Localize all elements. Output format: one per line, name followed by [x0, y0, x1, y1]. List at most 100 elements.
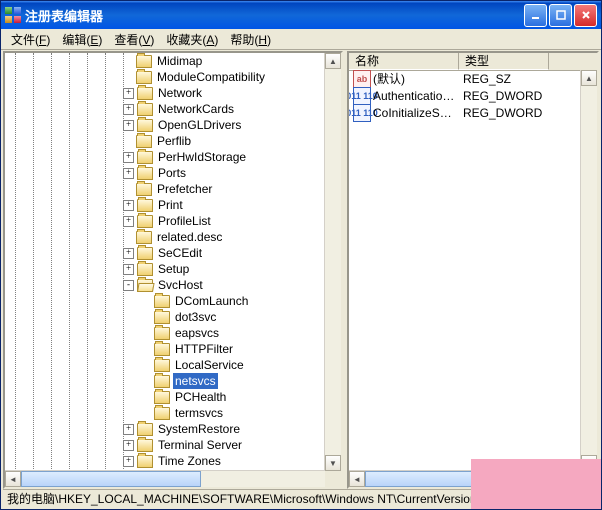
tree-node-setup[interactable]: + Setup [5, 261, 325, 277]
tree-label[interactable]: eapsvcs [173, 325, 221, 341]
folder-icon [154, 327, 170, 340]
expand-icon[interactable]: + [123, 424, 134, 435]
minimize-button[interactable] [524, 4, 547, 27]
tree-node-systemrestore[interactable]: + SystemRestore [5, 421, 325, 437]
values-scrollbar-vertical[interactable]: ▲ ▼ [580, 70, 597, 471]
tree-label[interactable]: Prefetcher [155, 181, 214, 197]
tree-node-terminal-server[interactable]: + Terminal Server [5, 437, 325, 453]
close-button[interactable] [574, 4, 597, 27]
values-header[interactable]: 名称类型 [349, 53, 597, 71]
column-header[interactable]: 名称 [349, 53, 459, 70]
tree-label[interactable]: Network [156, 85, 204, 101]
menu-v[interactable]: 查看(V) [108, 29, 160, 50]
value-row[interactable]: 011 110CoInitializeS…REG_DWORD [349, 104, 581, 121]
tree-label[interactable]: Time Zones [156, 453, 223, 469]
tree-label[interactable]: Midimap [155, 53, 204, 69]
tree-label[interactable]: NetworkCards [156, 101, 236, 117]
tree-node-network[interactable]: + Network [5, 85, 325, 101]
scroll-left-button[interactable]: ◄ [5, 471, 21, 487]
tree-node-perhwidstorage[interactable]: + PerHwIdStorage [5, 149, 325, 165]
expand-icon[interactable]: + [123, 168, 134, 179]
tree-label[interactable]: ModuleCompatibility [155, 69, 267, 85]
tree-label[interactable]: Print [156, 197, 185, 213]
menu-a[interactable]: 收藏夹(A) [160, 29, 224, 50]
menu-h[interactable]: 帮助(H) [224, 29, 277, 50]
value-row[interactable]: ab(默认)REG_SZ [349, 70, 581, 87]
tree-node-midimap[interactable]: Midimap [5, 53, 325, 69]
menu-f[interactable]: 文件(F) [5, 29, 56, 50]
tree-label[interactable]: LocalService [173, 357, 246, 373]
expand-icon[interactable]: + [123, 248, 134, 259]
tree-label[interactable]: ProfileList [156, 213, 213, 229]
tree-label[interactable]: HTTPFilter [173, 341, 235, 357]
collapse-icon[interactable]: - [123, 280, 134, 291]
tree-label[interactable]: DComLaunch [173, 293, 250, 309]
expand-icon[interactable]: + [123, 104, 134, 115]
registry-editor-window: 注册表编辑器 文件(F)编辑(E)查看(V)收藏夹(A)帮助(H) Midima… [0, 0, 602, 510]
folder-icon [137, 455, 153, 468]
expand-icon[interactable]: + [123, 152, 134, 163]
scroll-thumb[interactable] [21, 471, 201, 487]
tree-scrollbar-horizontal[interactable]: ◄ ► [5, 470, 325, 487]
value-row[interactable]: 011 110Authenticatio…REG_DWORD [349, 87, 581, 104]
tree-node-termsvcs[interactable]: termsvcs [5, 405, 325, 421]
tree-node-perflib[interactable]: Perflib [5, 133, 325, 149]
folder-icon [137, 279, 153, 292]
maximize-button[interactable] [549, 4, 572, 27]
tree-node-eapsvcs[interactable]: eapsvcs [5, 325, 325, 341]
tree-node-time-zones[interactable]: + Time Zones [5, 453, 325, 469]
tree-label[interactable]: dot3svc [173, 309, 218, 325]
expand-icon[interactable]: + [123, 200, 134, 211]
tree-node-networkcards[interactable]: + NetworkCards [5, 101, 325, 117]
scroll-right-button[interactable]: ► [309, 487, 325, 489]
scroll-left-button[interactable]: ◄ [349, 471, 365, 487]
scroll-thumb[interactable] [365, 471, 480, 487]
tree-label[interactable]: SystemRestore [156, 421, 242, 437]
tree-label[interactable]: related.desc [155, 229, 224, 245]
tree-node-netsvcs[interactable]: netsvcs [5, 373, 325, 389]
expand-icon[interactable]: + [123, 216, 134, 227]
tree-label[interactable]: Ports [156, 165, 188, 181]
scroll-down-button[interactable]: ▼ [325, 455, 341, 471]
menu-e[interactable]: 编辑(E) [56, 29, 108, 50]
tree-node-prefetcher[interactable]: Prefetcher [5, 181, 325, 197]
tree-label[interactable]: SvcHost [156, 277, 205, 293]
tree-node-dot3svc[interactable]: dot3svc [5, 309, 325, 325]
tree-node-profilelist[interactable]: + ProfileList [5, 213, 325, 229]
tree-label[interactable]: netsvcs [173, 373, 218, 389]
tree-node-ports[interactable]: + Ports [5, 165, 325, 181]
expand-icon[interactable]: + [123, 264, 134, 275]
value-type: REG_SZ [459, 72, 549, 86]
registry-tree[interactable]: MidimapModuleCompatibility + Network + Netwo… [5, 53, 325, 471]
titlebar[interactable]: 注册表编辑器 [1, 1, 601, 29]
tree-label[interactable]: Perflib [155, 133, 193, 149]
scroll-up-button[interactable]: ▲ [581, 70, 597, 86]
folder-icon [137, 247, 153, 260]
scroll-up-button[interactable]: ▲ [325, 53, 341, 69]
column-header[interactable]: 类型 [459, 53, 549, 70]
tree-label[interactable]: termsvcs [173, 405, 225, 421]
tree-label[interactable]: SeCEdit [156, 245, 204, 261]
values-list[interactable]: ab(默认)REG_SZ011 110Authenticatio…REG_DWO… [349, 70, 581, 471]
tree-node-localservice[interactable]: LocalService [5, 357, 325, 373]
tree-label[interactable]: PCHealth [173, 389, 228, 405]
expand-icon[interactable]: + [123, 440, 134, 451]
tree-scrollbar-vertical[interactable]: ▲ ▼ [324, 53, 341, 471]
tree-node-svchost[interactable]: - SvcHost [5, 277, 325, 293]
tree-node-dcomlaunch[interactable]: DComLaunch [5, 293, 325, 309]
tree-node-print[interactable]: + Print [5, 197, 325, 213]
tree-node-modulecompatibility[interactable]: ModuleCompatibility [5, 69, 325, 85]
tree-label[interactable]: PerHwIdStorage [156, 149, 248, 165]
tree-node-pchealth[interactable]: PCHealth [5, 389, 325, 405]
expand-icon[interactable]: + [123, 88, 134, 99]
tree-label[interactable]: OpenGLDrivers [156, 117, 243, 133]
tree-label[interactable]: Terminal Server [156, 437, 244, 453]
tree-label[interactable]: Setup [156, 261, 191, 277]
tree-node-related-desc[interactable]: related.desc [5, 229, 325, 245]
window-title: 注册表编辑器 [25, 6, 103, 25]
tree-node-secedit[interactable]: + SeCEdit [5, 245, 325, 261]
expand-icon[interactable]: + [123, 456, 134, 467]
tree-node-httpfilter[interactable]: HTTPFilter [5, 341, 325, 357]
expand-icon[interactable]: + [123, 120, 134, 131]
tree-node-opengldrivers[interactable]: + OpenGLDrivers [5, 117, 325, 133]
